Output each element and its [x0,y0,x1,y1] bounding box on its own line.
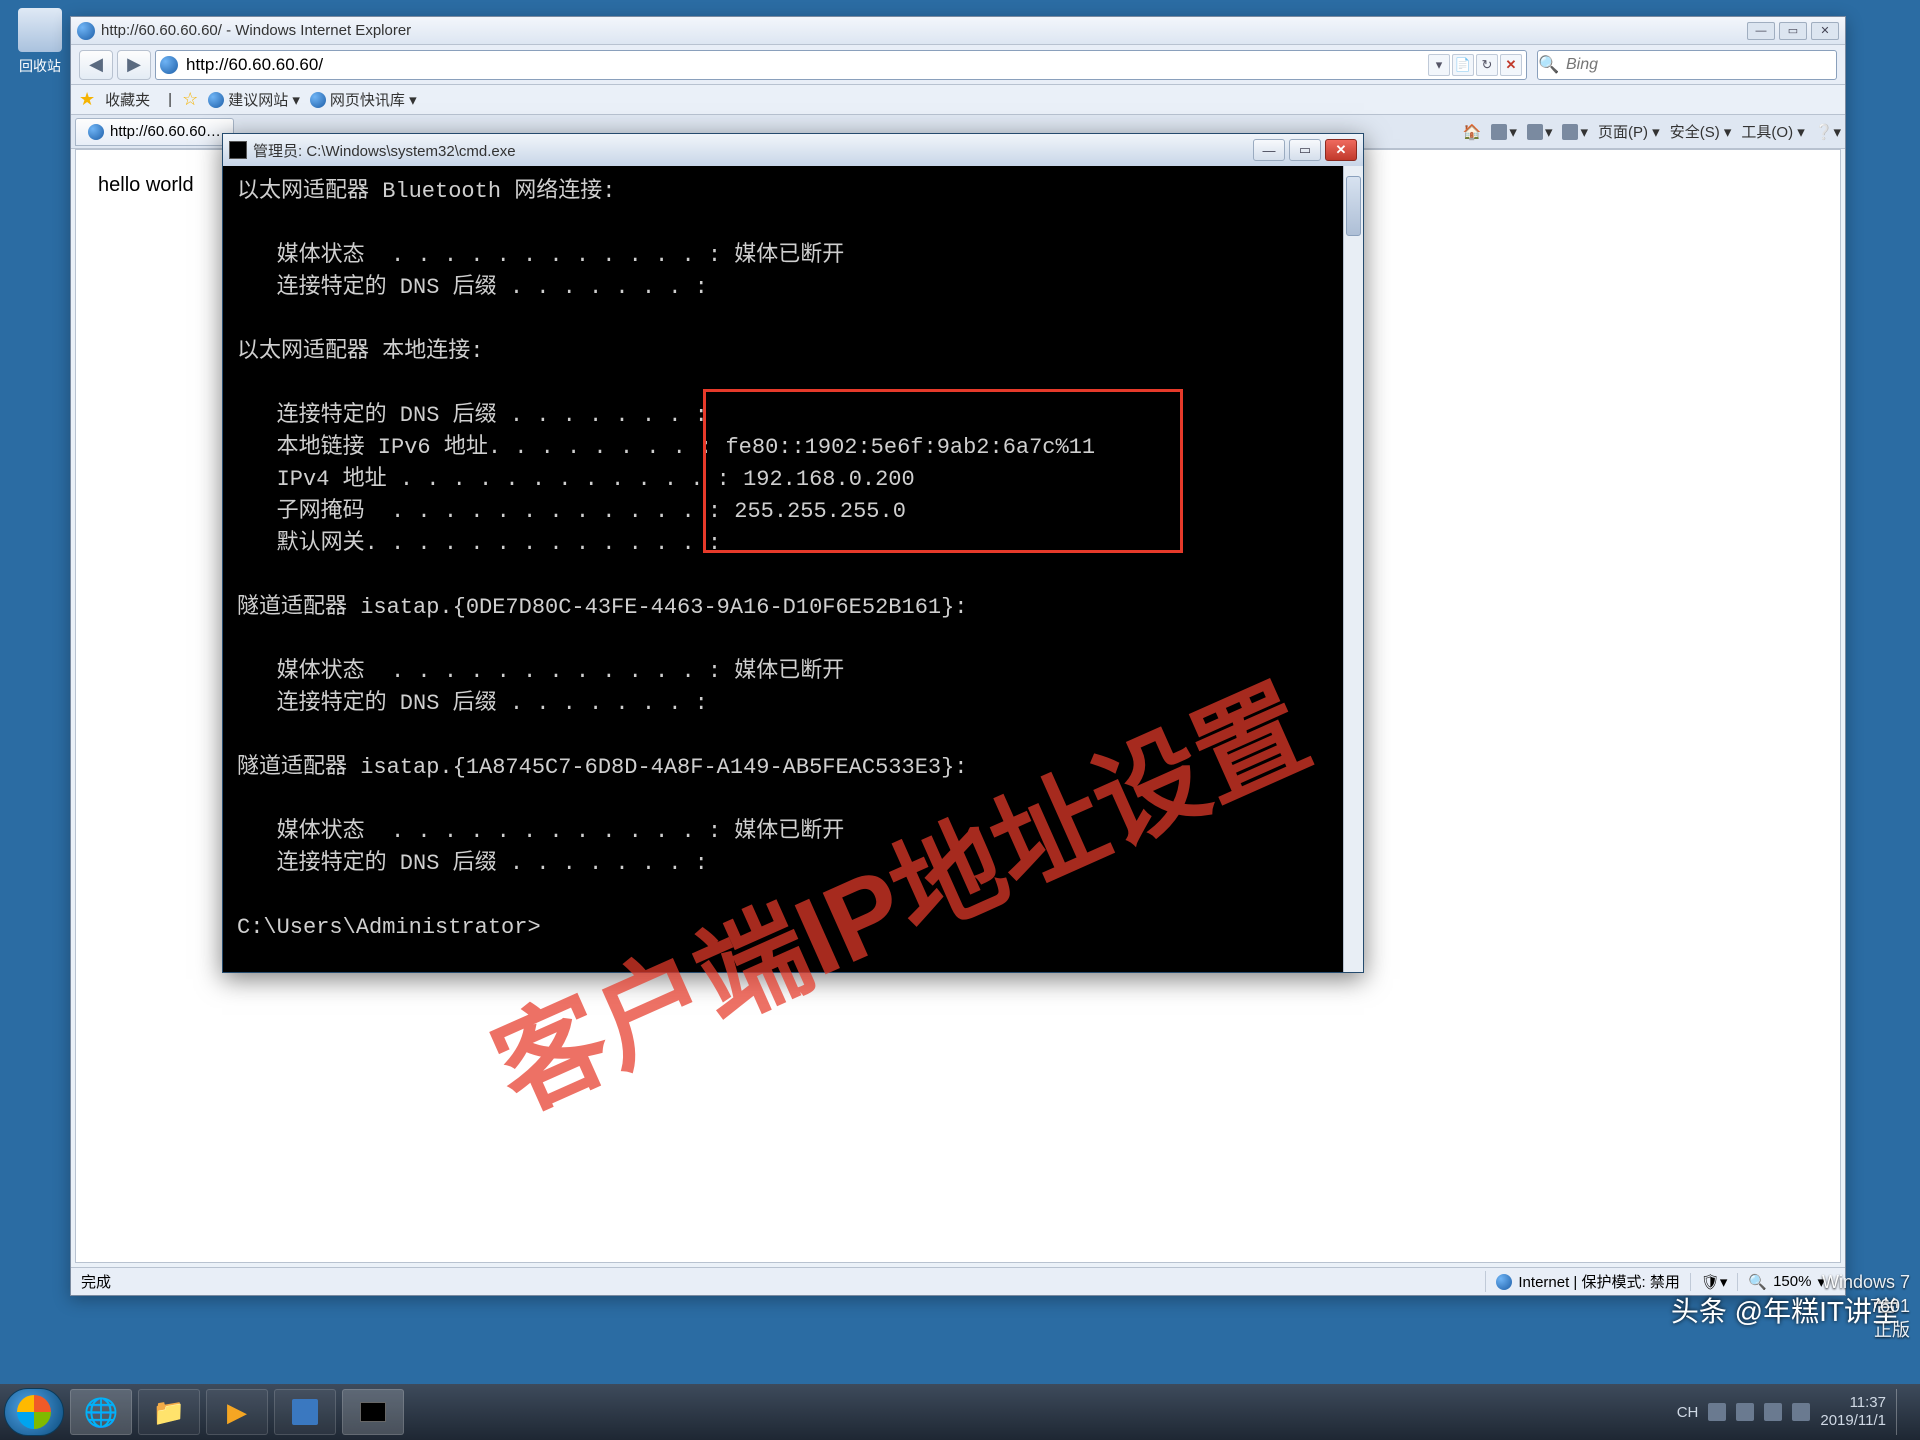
taskbar: 🌐 📁 ▶ CH 11:37 2019/11/1 [0,1384,1920,1440]
tab-favicon [88,124,104,140]
addr-dropdown-button[interactable]: ▾ [1428,54,1450,76]
recycle-bin-label: 回收站 [10,56,70,76]
mail-icon [1527,124,1543,140]
tray-ime[interactable]: CH [1677,1404,1699,1421]
system-tray: CH 11:37 2019/11/1 [1667,1389,1916,1435]
address-bar[interactable]: ▾ 📄 ↻ ✕ [155,50,1527,80]
ie-minimize-button[interactable]: — [1747,22,1775,40]
print-button[interactable]: ▾ [1562,123,1588,141]
cmd-maximize-button[interactable]: ▭ [1289,139,1321,161]
help-menu[interactable]: ❔▾ [1815,123,1841,141]
taskbar-cmd[interactable] [342,1389,404,1435]
favorites-star-icon[interactable]: ★ [79,89,95,110]
status-protected-icon[interactable]: 🛡▾ [1690,1273,1738,1291]
compat-view-button[interactable]: 📄 [1452,54,1474,76]
site-icon [160,56,178,74]
tray-volume-icon[interactable] [1764,1403,1782,1421]
windows-orb-icon [17,1395,51,1429]
scrollbar-thumb[interactable] [1346,176,1361,236]
cmd-title: 管理员: C:\Windows\system32\cmd.exe [253,140,516,161]
stop-button[interactable]: ✕ [1500,54,1522,76]
ie-titlebar[interactable]: http://60.60.60.60/ - Windows Internet E… [71,17,1845,45]
search-icon: 🔍 [1538,55,1560,75]
favorites-label[interactable]: 收藏夹 [105,89,150,110]
refresh-button[interactable]: ↻ [1476,54,1498,76]
print-icon [1562,124,1578,140]
app-icon [292,1399,318,1425]
windows-branding: Windows 7 7601 正版 [1822,1270,1910,1342]
status-done: 完成 [81,1271,111,1292]
add-favorite-icon[interactable]: ☆ [182,89,198,110]
favorites-bar: ★ 收藏夹 | ☆ 建议网站 ▾ 网页快讯库 ▾ [71,85,1845,115]
ie-title: http://60.60.60.60/ - Windows Internet E… [101,22,411,39]
search-input[interactable] [1560,56,1836,74]
zoom-control[interactable]: 🔍 150% ▾ [1737,1273,1835,1291]
home-button[interactable]: 🏠 [1463,123,1482,141]
back-button[interactable]: ◀ [79,50,113,80]
status-zone[interactable]: Internet | 保护模式: 禁用 [1485,1271,1689,1292]
page-menu[interactable]: 页面(P) ▾ [1598,121,1660,142]
tray-network-icon[interactable] [1736,1403,1754,1421]
mail-button[interactable]: ▾ [1527,123,1553,141]
globe-icon [310,92,326,108]
tools-menu[interactable]: 工具(O) ▾ [1741,121,1804,142]
command-bar: 🏠 ▾ ▾ ▾ 页面(P) ▾ 安全(S) ▾ 工具(O) ▾ ❔▾ [1463,121,1841,142]
globe-icon [1496,1274,1512,1290]
tray-clock[interactable]: 11:37 2019/11/1 [1820,1394,1886,1430]
address-input[interactable] [182,55,1424,75]
suggested-sites-link[interactable]: 建议网站 ▾ [208,89,300,110]
cmd-taskbar-icon [360,1402,386,1422]
start-button[interactable] [4,1388,64,1436]
forward-button[interactable]: ▶ [117,50,151,80]
recycle-bin-icon [18,8,62,52]
cmd-titlebar[interactable]: 管理员: C:\Windows\system32\cmd.exe — ▭ ✕ [223,134,1363,166]
tray-action-icon[interactable] [1792,1403,1810,1421]
safety-menu[interactable]: 安全(S) ▾ [1670,121,1732,142]
cmd-close-button[interactable]: ✕ [1325,139,1357,161]
globe-icon [208,92,224,108]
tray-flag-icon[interactable] [1708,1403,1726,1421]
tab-title: http://60.60.60… [110,123,221,140]
taskbar-ie[interactable]: 🌐 [70,1389,132,1435]
highlight-box [703,389,1183,553]
cmd-scrollbar[interactable] [1343,166,1363,972]
feeds-icon [1491,124,1507,140]
webslice-gallery-link[interactable]: 网页快讯库 ▾ [310,89,417,110]
ie-nav-row: ◀ ▶ ▾ 📄 ↻ ✕ 🔍 [71,45,1845,85]
ie-maximize-button[interactable]: ▭ [1779,22,1807,40]
show-desktop-button[interactable] [1896,1389,1906,1435]
cmd-window: 管理员: C:\Windows\system32\cmd.exe — ▭ ✕ 以… [222,133,1364,973]
status-bar: 完成 Internet | 保护模式: 禁用 🛡▾ 🔍 150% ▾ [71,1267,1845,1295]
taskbar-media-player[interactable]: ▶ [206,1389,268,1435]
cmd-output[interactable]: 以太网适配器 Bluetooth 网络连接: 媒体状态 . . . . . . … [223,166,1363,972]
page-body-text: hello world [98,174,194,196]
ie-close-button[interactable]: ✕ [1811,22,1839,40]
feeds-button[interactable]: ▾ [1491,123,1517,141]
browser-tab[interactable]: http://60.60.60… [75,118,234,146]
recycle-bin[interactable]: 回收站 [10,8,70,76]
taskbar-explorer[interactable]: 📁 [138,1389,200,1435]
search-bar[interactable]: 🔍 [1537,50,1837,80]
cmd-icon [229,141,247,159]
cmd-minimize-button[interactable]: — [1253,139,1285,161]
ie-icon [77,22,95,40]
taskbar-app1[interactable] [274,1389,336,1435]
